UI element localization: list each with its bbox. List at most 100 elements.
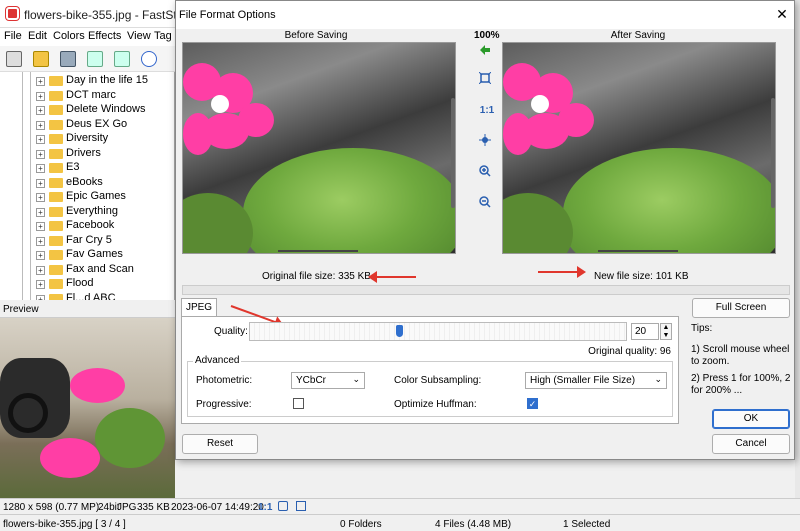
tree-item[interactable]: + Everything [0,205,174,219]
tree-item[interactable]: + Epic Games [0,190,174,204]
quality-slider[interactable] [249,322,627,341]
tree-item-label: Deus EX Go [66,117,128,130]
tree-item[interactable]: + DCT marc [0,88,174,103]
subsampling-select[interactable]: High (Smaller File Size) ⌄ [525,372,667,389]
folder-icon [49,264,63,275]
tree-item[interactable]: + Delete Windows [0,103,174,117]
right-scroll-strip [795,0,800,498]
tree-item[interactable]: + E3 [0,161,174,175]
tip-1: 1) Scroll mouse wheel to zoom. [691,344,790,367]
save-icon[interactable] [60,51,76,67]
expand-icon[interactable]: + [36,265,45,275]
menu-view[interactable]: View [127,30,151,42]
tree-item[interactable]: + eBooks [0,176,174,190]
fit-to-window-icon[interactable] [479,72,495,88]
status-size: 335 KB [137,502,170,513]
folder-icon [49,163,63,173]
menu-colors[interactable]: Colors [53,30,85,42]
file-format-dialog: File Format Options ✕ Before Saving Afte… [175,0,795,460]
expand-icon[interactable]: + [36,149,45,159]
status-ratio[interactable]: 1:1 [258,502,272,513]
menu-edit[interactable]: Edit [28,30,47,42]
tree-item[interactable]: + Day in the life 15 [0,74,174,88]
optimize-checkbox[interactable]: ✓ [527,398,538,409]
ok-button[interactable]: OK [712,409,790,429]
tree-item[interactable]: + Flood [0,277,174,291]
folder-icon [49,206,63,217]
expand-icon[interactable]: + [36,106,45,115]
tree-item[interactable]: + Fax and Scan [0,262,174,277]
before-preview[interactable] [182,42,456,254]
progressive-checkbox[interactable] [293,398,304,409]
move-icon[interactable] [479,134,495,150]
expand-icon[interactable]: + [36,77,45,86]
expand-icon[interactable]: + [36,222,45,231]
fullscreen-icon[interactable] [296,501,306,511]
expand-icon[interactable]: + [36,178,45,188]
status-folders: 0 Folders [340,519,382,530]
folder-icon [49,119,63,130]
tree-item-label: DCT marc [66,88,116,101]
reset-button[interactable]: Reset [182,434,258,454]
zoom-level: 100% [474,30,500,41]
splitter-bar[interactable] [182,285,790,295]
menu-file[interactable]: File [4,30,22,42]
folder-icon [49,148,63,159]
quality-slider-thumb[interactable] [395,325,403,337]
photometric-select[interactable]: YCbCr ⌄ [291,372,365,389]
tree-item[interactable]: + Fl...d ABC [0,291,174,301]
folder-tree[interactable]: + Day in the life 15 + DCT marc + Delete Wi… [0,72,175,300]
expand-icon[interactable]: + [36,120,45,130]
status-file: flowers-bike-355.jpg [ 3 / 4 ] [3,519,126,530]
zoom-out-icon[interactable] [479,196,495,212]
cancel-button[interactable]: Cancel [712,434,790,454]
menu-tag[interactable]: Tag [154,30,172,42]
folder-icon [49,134,63,144]
zoom-in-icon[interactable] [141,51,157,67]
close-icon[interactable]: ✕ [774,6,790,22]
expand-icon[interactable]: + [36,91,45,101]
import-icon[interactable] [87,51,103,67]
tree-item[interactable]: + Fav Games [0,248,174,262]
camera-icon[interactable] [6,51,22,67]
tree-item[interactable]: + Facebook [0,219,174,233]
menu-effects[interactable]: Effects [88,30,121,42]
after-saving-label: After Saving [610,30,666,41]
open-folder-icon[interactable] [33,51,49,67]
subsampling-label: Color Subsampling: [394,375,482,386]
expand-icon[interactable]: + [36,280,45,289]
new-size-label: New file size: [594,271,653,282]
zoom-in-icon[interactable] [479,165,495,181]
status-date: 2023-06-07 14:49:20 [171,502,264,513]
tree-item-label: Fax and Scan [66,262,134,275]
tree-item-label: Far Cry 5 [66,233,112,246]
expand-icon[interactable]: + [36,251,45,260]
arrow-annotation [368,271,416,283]
arrow-left-icon[interactable] [479,44,495,60]
after-preview[interactable] [502,42,776,254]
actual-size-button[interactable]: 1:1 [479,103,495,119]
quality-input[interactable]: 20 [631,323,659,340]
status-files: 4 Files (4.48 MB) [435,519,512,530]
original-size-value: 335 KB [338,271,371,282]
full-screen-button[interactable]: Full Screen [692,298,790,318]
tree-item-label: Delete Windows [66,103,146,115]
tree-item[interactable]: + Drivers [0,147,174,161]
tree-item-label: Fl...d ABC [66,291,116,301]
expand-icon[interactable]: + [36,135,45,144]
original-quality: Original quality: 96 [588,346,671,357]
tree-item[interactable]: + Deus EX Go [0,117,174,132]
expand-icon[interactable]: + [36,193,45,202]
expand-icon[interactable]: + [36,207,45,217]
dialog-title-bar: File Format Options ✕ [176,1,794,29]
tab-jpeg[interactable]: JPEG [181,298,217,316]
new-size-value: 101 KB [655,271,689,282]
status-format: JPG [117,502,137,513]
export-icon[interactable] [114,51,130,67]
tree-item[interactable]: + Far Cry 5 [0,233,174,248]
expand-icon[interactable]: + [36,236,45,246]
tree-item[interactable]: + Diversity [0,132,174,146]
quality-spinner[interactable]: ▲ ▼ [660,323,672,340]
fit-window-icon[interactable] [278,501,288,511]
expand-icon[interactable]: + [36,164,45,173]
